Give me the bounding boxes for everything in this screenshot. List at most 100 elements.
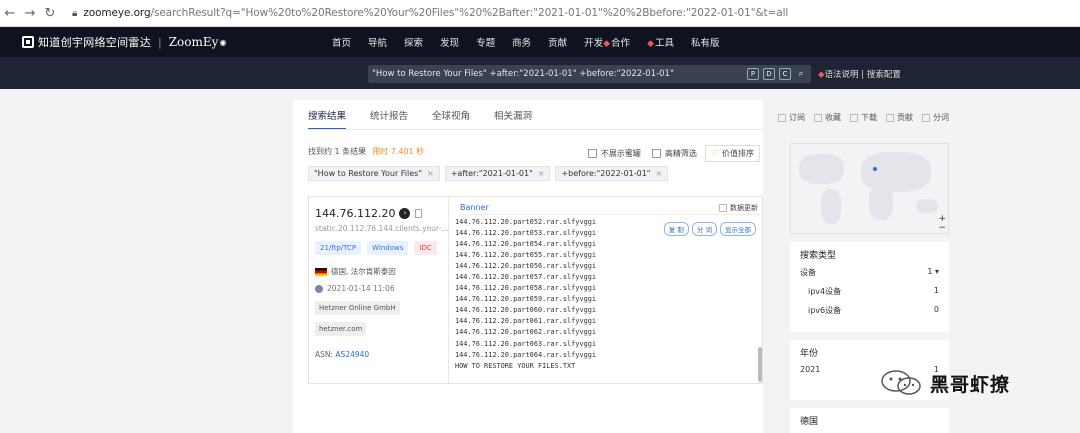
banner-line: HOW TO RESTORE YOUR FILES.TXT xyxy=(455,361,576,370)
forward-arrow-icon[interactable]: → xyxy=(20,6,40,21)
tab-search-results[interactable]: 搜索结果 xyxy=(308,108,347,130)
tab-statistics[interactable]: 统计报告 xyxy=(370,108,408,130)
banner-line: 144.76.112.20.part058.rar.slfyvggi xyxy=(455,284,597,293)
subscribe-button[interactable]: 订阅 xyxy=(778,112,805,123)
ip-address[interactable]: 144.76.112.20 › xyxy=(315,207,423,220)
geo-location[interactable]: 德国, 法尔肯斯泰因 xyxy=(315,266,396,277)
document-icon[interactable] xyxy=(415,209,423,218)
banner-line: 144.76.112.20.part053.rar.slfyvggi xyxy=(455,229,597,238)
subscribe-label: 订阅 xyxy=(789,113,805,122)
banner-line: 144.76.112.20.part057.rar.slfyvggi xyxy=(455,273,597,282)
banner-line: 144.76.112.20.part064.rar.slfyvggi xyxy=(455,350,597,359)
download-icon xyxy=(850,113,858,122)
menu-tools[interactable]: ◆工具 xyxy=(647,35,674,49)
close-icon[interactable]: × xyxy=(655,169,662,178)
watermark-text: 黑哥虾撩 xyxy=(930,373,1011,396)
facet-device-count-text: 1 xyxy=(927,267,933,276)
menu-cooperation-label: 合作 xyxy=(611,38,631,49)
checkbox[interactable] xyxy=(587,149,597,158)
world-map[interactable]: + − xyxy=(790,143,949,234)
search-input[interactable] xyxy=(368,69,738,79)
facet-ipv4-label: ipv4设备 xyxy=(808,287,842,296)
contribute-button[interactable]: 贡献 xyxy=(886,112,913,123)
query-chip[interactable]: +after:"2021-01-01" × xyxy=(444,166,551,181)
menu-discover[interactable]: 发现 xyxy=(440,35,459,49)
download-button[interactable]: 下载 xyxy=(850,112,877,123)
menu-business[interactable]: 商务 xyxy=(512,35,531,49)
map-landmass xyxy=(799,154,844,184)
d-icon[interactable]: D xyxy=(763,68,775,80)
hq-filter[interactable]: 高精筛选 xyxy=(651,148,697,159)
map-landmass xyxy=(861,152,931,192)
query-chip-text: +after:"2021-01-01" xyxy=(450,169,533,178)
menu-cooperation[interactable]: ◆合作 xyxy=(603,35,630,49)
clock-icon xyxy=(315,284,323,293)
no-honeypot-filter[interactable]: 不展示蜜罐 xyxy=(587,148,641,159)
service-tags: 21/ftp/TCP Windows IDC xyxy=(315,241,443,255)
banner-scrollbar[interactable] xyxy=(758,347,762,382)
lock-icon[interactable]: 🔒︎ xyxy=(72,8,77,19)
tokenize-action-button[interactable]: 分词 xyxy=(922,112,949,123)
menu-tools-label: 工具 xyxy=(654,38,674,49)
search-help-links[interactable]: ◆语法说明 | 搜索配置 xyxy=(818,68,901,80)
c-icon[interactable]: C xyxy=(779,68,791,80)
back-arrow-icon[interactable]: ← xyxy=(0,6,20,21)
value-sort-button[interactable]: ♡ 价值排序 xyxy=(704,145,760,162)
search-icon[interactable]: ⌕ xyxy=(795,68,807,80)
menu-topics[interactable]: 专题 xyxy=(476,35,495,49)
caret-down-icon[interactable]: ▾ xyxy=(935,267,939,276)
close-icon[interactable]: × xyxy=(427,169,434,178)
menu-home[interactable]: 首页 xyxy=(332,35,351,49)
domain-pill[interactable]: hetzner.com xyxy=(315,322,367,336)
hostname[interactable]: static.20.112.76.144.clients.your-... xyxy=(315,224,448,233)
facet-year-label: 2021 xyxy=(800,365,821,374)
tokenize-label: 分词 xyxy=(933,113,949,122)
brand-logo[interactable]: 知道创宇网络空间雷达 | ZoomEy ◉ xyxy=(22,34,226,50)
idc-tag[interactable]: IDC xyxy=(414,241,437,255)
facet-device-count: 1 ▾ xyxy=(927,267,939,278)
menu-develop[interactable]: 开发 xyxy=(584,35,603,49)
brand-name-cn: 知道创宇网络空间雷达 xyxy=(38,36,151,49)
refresh-data-button[interactable]: 数据更新 xyxy=(719,203,758,213)
tokenize-button[interactable]: 分 词 xyxy=(691,222,717,236)
menu-contribute[interactable]: 贡献 xyxy=(548,35,567,49)
org-pill[interactable]: Hetzner Online GmbH xyxy=(315,301,400,315)
p-icon[interactable]: P xyxy=(747,68,759,80)
search-band: P D C ⌕ ◆语法说明 | 搜索配置 xyxy=(0,57,1080,89)
tab-related-vulns[interactable]: 相关漏洞 xyxy=(494,108,532,130)
url-field[interactable]: zoomeye.org/searchResult?q="How%20to%20R… xyxy=(83,7,788,19)
port-tag[interactable]: 21/ftp/TCP xyxy=(315,241,362,255)
browser-address-bar: ← → ↻ 🔒︎ zoomeye.org/searchResult?q="How… xyxy=(0,0,1080,27)
checkbox[interactable] xyxy=(651,149,661,158)
banner-line: 144.76.112.20.part054.rar.slfyvggi xyxy=(455,240,597,249)
asn-link[interactable]: AS24940 xyxy=(335,350,369,359)
result-card: 144.76.112.20 › static.20.112.76.144.cli… xyxy=(308,196,763,384)
banner-line: 144.76.112.20.part055.rar.slfyvggi xyxy=(455,251,597,260)
subscribe-icon xyxy=(778,113,786,122)
banner-line: 144.76.112.20.part056.rar.slfyvggi xyxy=(455,262,597,271)
scan-date-text: 2021-01-14 11:06 xyxy=(327,284,395,293)
banner-title[interactable]: Banner xyxy=(460,203,489,212)
menu-explore[interactable]: 探索 xyxy=(404,35,423,49)
main-menu: 首页 导航 探索 发现 专题 商务 贡献 开发 ◆合作 ◆工具 私有版 xyxy=(332,27,737,57)
favorite-button[interactable]: 收藏 xyxy=(814,112,841,123)
facet-ipv6[interactable]: ipv6设备 0 xyxy=(800,305,939,316)
year-title: 年份 xyxy=(800,349,819,359)
download-label: 下载 xyxy=(861,113,877,122)
query-chip[interactable]: +before:"2022-01-01" × xyxy=(555,166,669,181)
facet-device[interactable]: 设备 1 ▾ xyxy=(800,267,939,278)
query-chip[interactable]: "How to Restore Your Files" × xyxy=(308,166,440,181)
show-all-button[interactable]: 显示全部 xyxy=(720,222,756,236)
copy-button[interactable]: 复 制 xyxy=(663,222,689,236)
facet-ipv4[interactable]: ipv4设备 1 xyxy=(800,286,939,297)
os-tag[interactable]: Windows xyxy=(367,241,409,255)
country-facet: 德国 xyxy=(790,408,949,433)
menu-private[interactable]: 私有版 xyxy=(691,35,720,49)
arrow-right-icon[interactable]: › xyxy=(399,208,411,219)
zoom-out-icon[interactable]: − xyxy=(938,223,946,233)
location-marker[interactable] xyxy=(873,167,877,171)
reload-icon[interactable]: ↻ xyxy=(40,6,60,21)
menu-navigation[interactable]: 导航 xyxy=(368,35,387,49)
close-icon[interactable]: × xyxy=(538,169,545,178)
tab-global-view[interactable]: 全球视角 xyxy=(432,108,470,130)
